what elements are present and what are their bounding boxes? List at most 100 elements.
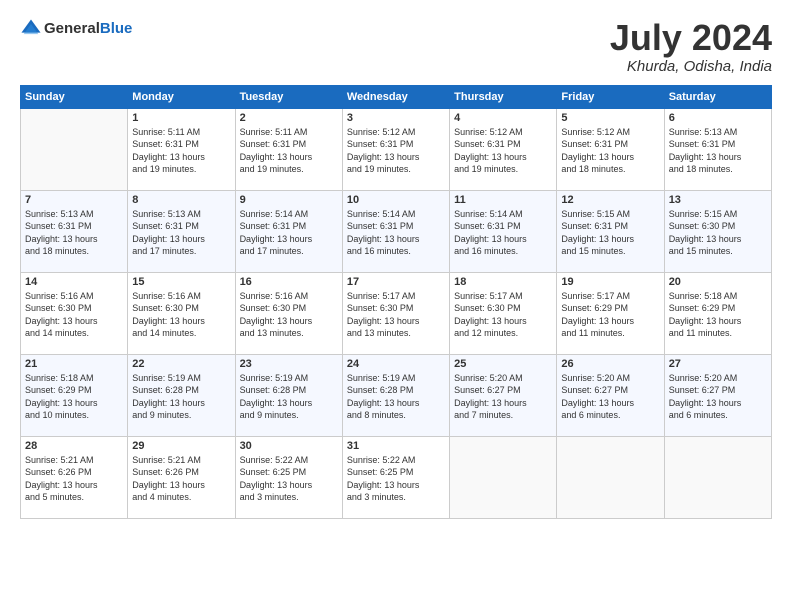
calendar-cell: 3 Sunrise: 5:12 AM Sunset: 6:31 PM Daylig… <box>342 108 449 190</box>
day-info: Sunrise: 5:12 AM Sunset: 6:31 PM Dayligh… <box>454 126 552 176</box>
day-info: Sunrise: 5:19 AM Sunset: 6:28 PM Dayligh… <box>347 372 445 422</box>
day-number: 20 <box>669 276 767 288</box>
calendar-cell: 12 Sunrise: 5:15 AM Sunset: 6:31 PM Dayli… <box>557 190 664 272</box>
day-number: 3 <box>347 112 445 124</box>
col-header-monday: Monday <box>128 85 235 108</box>
day-info: Sunrise: 5:12 AM Sunset: 6:31 PM Dayligh… <box>347 126 445 176</box>
day-info: Sunrise: 5:20 AM Sunset: 6:27 PM Dayligh… <box>561 372 659 422</box>
day-info: Sunrise: 5:19 AM Sunset: 6:28 PM Dayligh… <box>240 372 338 422</box>
day-info: Sunrise: 5:17 AM Sunset: 6:29 PM Dayligh… <box>561 290 659 340</box>
day-number: 4 <box>454 112 552 124</box>
day-number: 27 <box>669 358 767 370</box>
calendar-cell: 27 Sunrise: 5:20 AM Sunset: 6:27 PM Dayli… <box>664 354 771 436</box>
calendar-cell: 16 Sunrise: 5:16 AM Sunset: 6:30 PM Dayli… <box>235 272 342 354</box>
day-number: 9 <box>240 194 338 206</box>
week-row-2: 7 Sunrise: 5:13 AM Sunset: 6:31 PM Daylig… <box>21 190 772 272</box>
calendar-cell: 25 Sunrise: 5:20 AM Sunset: 6:27 PM Dayli… <box>450 354 557 436</box>
location: Khurda, Odisha, India <box>610 58 772 75</box>
day-number: 10 <box>347 194 445 206</box>
day-number: 8 <box>132 194 230 206</box>
day-info: Sunrise: 5:14 AM Sunset: 6:31 PM Dayligh… <box>240 208 338 258</box>
day-info: Sunrise: 5:16 AM Sunset: 6:30 PM Dayligh… <box>132 290 230 340</box>
day-number: 25 <box>454 358 552 370</box>
day-number: 12 <box>561 194 659 206</box>
day-info: Sunrise: 5:20 AM Sunset: 6:27 PM Dayligh… <box>454 372 552 422</box>
calendar-cell: 24 Sunrise: 5:19 AM Sunset: 6:28 PM Dayli… <box>342 354 449 436</box>
day-info: Sunrise: 5:17 AM Sunset: 6:30 PM Dayligh… <box>347 290 445 340</box>
logo-icon <box>20 18 42 40</box>
calendar-cell: 6 Sunrise: 5:13 AM Sunset: 6:31 PM Daylig… <box>664 108 771 190</box>
day-number: 28 <box>25 440 123 452</box>
calendar-cell: 13Sunrise: 5:15 AM Sunset: 6:30 PM Dayli… <box>664 190 771 272</box>
day-number: 16 <box>240 276 338 288</box>
col-header-thursday: Thursday <box>450 85 557 108</box>
day-info: Sunrise: 5:12 AM Sunset: 6:31 PM Dayligh… <box>561 126 659 176</box>
calendar-cell: 14Sunrise: 5:16 AM Sunset: 6:30 PM Dayli… <box>21 272 128 354</box>
day-number: 21 <box>25 358 123 370</box>
day-number: 6 <box>669 112 767 124</box>
day-info: Sunrise: 5:22 AM Sunset: 6:25 PM Dayligh… <box>347 454 445 504</box>
week-row-3: 14 Sunrise: 5:16 AM Sunset: 6:30 PM Dayli… <box>21 272 772 354</box>
day-info: Sunrise: 5:21 AM Sunset: 6:26 PM Dayligh… <box>132 454 230 504</box>
logo-general: General <box>44 20 100 37</box>
day-info: Sunrise: 5:14 AM Sunset: 6:31 PM Dayligh… <box>454 208 552 258</box>
week-row-4: 21 Sunrise: 5:18 AM Sunset: 6:29 PM Dayli… <box>21 354 772 436</box>
calendar-cell: 8 Sunrise: 5:13 AM Sunset: 6:31 PM Daylig… <box>128 190 235 272</box>
day-info: Sunrise: 5:19 AM Sunset: 6:28 PM Dayligh… <box>132 372 230 422</box>
col-header-sunday: Sunday <box>21 85 128 108</box>
calendar-cell <box>664 436 771 518</box>
day-number: 5 <box>561 112 659 124</box>
day-number: 24 <box>347 358 445 370</box>
calendar-cell: 20Sunrise: 5:18 AM Sunset: 6:29 PM Dayli… <box>664 272 771 354</box>
col-header-friday: Friday <box>557 85 664 108</box>
day-number: 17 <box>347 276 445 288</box>
day-info: Sunrise: 5:15 AM Sunset: 6:31 PM Dayligh… <box>561 208 659 258</box>
month-title: July 2024 <box>610 18 772 58</box>
day-info: Sunrise: 5:13 AM Sunset: 6:31 PM Dayligh… <box>669 126 767 176</box>
calendar-cell: 22 Sunrise: 5:19 AM Sunset: 6:28 PM Dayli… <box>128 354 235 436</box>
day-info: Sunrise: 5:21 AM Sunset: 6:26 PM Dayligh… <box>25 454 123 504</box>
day-info: Sunrise: 5:11 AM Sunset: 6:31 PM Dayligh… <box>240 126 338 176</box>
calendar-cell: 23 Sunrise: 5:19 AM Sunset: 6:28 PM Dayli… <box>235 354 342 436</box>
week-row-5: 28 Sunrise: 5:21 AM Sunset: 6:26 PM Dayli… <box>21 436 772 518</box>
calendar-cell: 2 Sunrise: 5:11 AM Sunset: 6:31 PM Daylig… <box>235 108 342 190</box>
day-number: 31 <box>347 440 445 452</box>
day-info: Sunrise: 5:11 AM Sunset: 6:31 PM Dayligh… <box>132 126 230 176</box>
day-info: Sunrise: 5:20 AM Sunset: 6:27 PM Dayligh… <box>669 372 767 422</box>
calendar-cell: 31 Sunrise: 5:22 AM Sunset: 6:25 PM Dayli… <box>342 436 449 518</box>
calendar-cell: 9 Sunrise: 5:14 AM Sunset: 6:31 PM Daylig… <box>235 190 342 272</box>
day-info: Sunrise: 5:13 AM Sunset: 6:31 PM Dayligh… <box>132 208 230 258</box>
day-number: 14 <box>25 276 123 288</box>
logo-text: GeneralBlue <box>44 20 132 38</box>
calendar-cell: 5 Sunrise: 5:12 AM Sunset: 6:31 PM Daylig… <box>557 108 664 190</box>
calendar-cell: 10Sunrise: 5:14 AM Sunset: 6:31 PM Dayli… <box>342 190 449 272</box>
calendar-cell <box>450 436 557 518</box>
calendar-table: SundayMondayTuesdayWednesdayThursdayFrid… <box>20 85 772 519</box>
week-row-1: 1 Sunrise: 5:11 AM Sunset: 6:31 PM Daylig… <box>21 108 772 190</box>
day-info: Sunrise: 5:15 AM Sunset: 6:30 PM Dayligh… <box>669 208 767 258</box>
calendar-cell: 15Sunrise: 5:16 AM Sunset: 6:30 PM Dayli… <box>128 272 235 354</box>
day-number: 22 <box>132 358 230 370</box>
day-number: 11 <box>454 194 552 206</box>
day-number: 2 <box>240 112 338 124</box>
day-number: 30 <box>240 440 338 452</box>
calendar-cell: 18Sunrise: 5:17 AM Sunset: 6:30 PM Dayli… <box>450 272 557 354</box>
calendar-cell: 17 Sunrise: 5:17 AM Sunset: 6:30 PM Dayli… <box>342 272 449 354</box>
day-info: Sunrise: 5:16 AM Sunset: 6:30 PM Dayligh… <box>240 290 338 340</box>
calendar-cell: 26Sunrise: 5:20 AM Sunset: 6:27 PM Dayli… <box>557 354 664 436</box>
calendar-cell: 30 Sunrise: 5:22 AM Sunset: 6:25 PM Dayli… <box>235 436 342 518</box>
day-info: Sunrise: 5:18 AM Sunset: 6:29 PM Dayligh… <box>25 372 123 422</box>
day-number: 19 <box>561 276 659 288</box>
title-block: July 2024 Khurda, Odisha, India <box>610 18 772 75</box>
day-number: 23 <box>240 358 338 370</box>
day-number: 7 <box>25 194 123 206</box>
calendar-cell <box>21 108 128 190</box>
calendar-cell: 7Sunrise: 5:13 AM Sunset: 6:31 PM Daylig… <box>21 190 128 272</box>
logo: GeneralBlue <box>20 18 132 40</box>
day-info: Sunrise: 5:22 AM Sunset: 6:25 PM Dayligh… <box>240 454 338 504</box>
col-header-wednesday: Wednesday <box>342 85 449 108</box>
calendar-cell: 21 Sunrise: 5:18 AM Sunset: 6:29 PM Dayli… <box>21 354 128 436</box>
day-info: Sunrise: 5:17 AM Sunset: 6:30 PM Dayligh… <box>454 290 552 340</box>
header: GeneralBlue July 2024 Khurda, Odisha, In… <box>20 18 772 75</box>
day-number: 1 <box>132 112 230 124</box>
